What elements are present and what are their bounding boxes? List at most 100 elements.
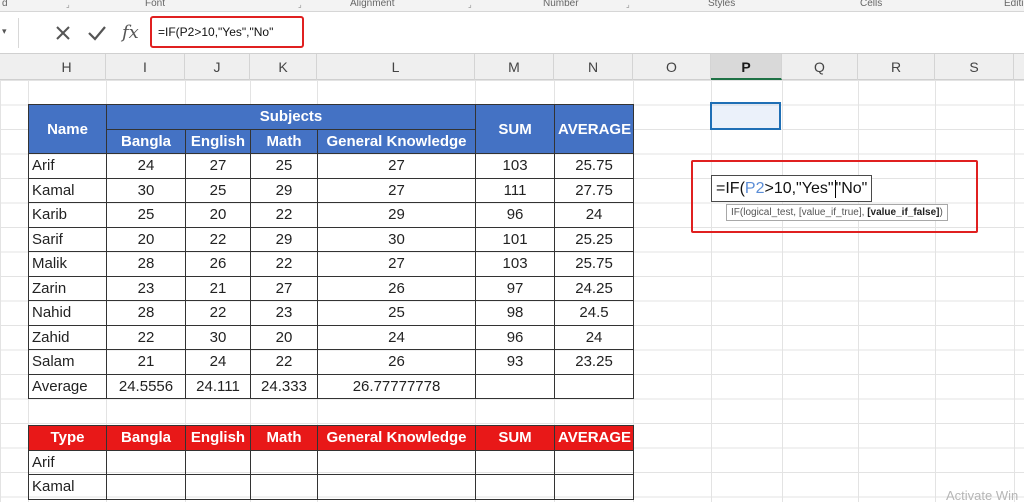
cell-empty[interactable] (106, 474, 186, 500)
header-general-knowledge[interactable]: General Knowledge (316, 128, 477, 154)
cell-english[interactable]: 24 (185, 349, 251, 375)
cell-math[interactable]: 23 (250, 300, 318, 326)
cell-name[interactable]: Nahid (28, 300, 107, 326)
cell-sum[interactable]: 103 (475, 251, 556, 277)
column-header-q[interactable]: Q (782, 54, 858, 80)
cell-gk[interactable]: 27 (316, 153, 477, 179)
editing-cell[interactable]: =IF(P2>10,"Yes" "No" (711, 175, 873, 202)
cell-empty[interactable] (475, 449, 555, 475)
cell-math[interactable]: 22 (250, 349, 318, 375)
tooltip-function[interactable]: IF( (731, 207, 743, 218)
cell-empty[interactable] (317, 474, 476, 500)
cell-empty[interactable] (475, 373, 556, 399)
cell-gk[interactable]: 27 (316, 251, 477, 277)
cell-sum[interactable]: 101 (475, 226, 556, 252)
header-math[interactable]: Math (250, 425, 318, 451)
header-sum[interactable]: SUM (475, 104, 556, 154)
header-name[interactable]: Name (28, 104, 107, 154)
header-subjects[interactable]: Subjects (105, 104, 477, 130)
cell-english[interactable]: 20 (185, 202, 251, 228)
header-average[interactable]: AVERAGE (554, 104, 635, 154)
header-english[interactable]: English (185, 128, 251, 154)
tooltip-arg-logical-test[interactable]: logical_test (743, 207, 793, 218)
cell-name[interactable]: Sarif (28, 226, 107, 252)
namebox-dropdown-icon[interactable]: ▾ (2, 26, 7, 37)
cell-gk[interactable]: 30 (316, 226, 477, 252)
selected-cell[interactable] (710, 102, 781, 130)
column-header-j[interactable]: J (185, 54, 250, 80)
cell-empty[interactable] (185, 474, 251, 500)
enter-button[interactable] (84, 20, 110, 46)
header-english[interactable]: English (185, 425, 251, 451)
cancel-button[interactable] (50, 20, 76, 46)
column-header-n[interactable]: N (554, 54, 633, 80)
cell-math[interactable]: 22 (250, 202, 318, 228)
launcher-icon[interactable]: ⌟ (66, 0, 70, 9)
cell-name[interactable]: Arif (28, 449, 107, 475)
cell-gk[interactable]: 26 (316, 349, 477, 375)
insert-function-button[interactable]: fx (122, 22, 139, 43)
cell-bangla[interactable]: 28 (106, 300, 186, 326)
cell-average[interactable]: 24 (554, 324, 635, 350)
column-header-k[interactable]: K (250, 54, 317, 80)
cell-sum[interactable]: 97 (475, 275, 556, 301)
cell-bangla-average[interactable]: 24.5556 (106, 373, 186, 399)
cell-english[interactable]: 22 (185, 300, 251, 326)
cell-name[interactable]: Zarin (28, 275, 107, 301)
cell-name[interactable]: Karib (28, 202, 107, 228)
cell-name[interactable]: Salam (28, 349, 107, 375)
cell-bangla[interactable]: 30 (106, 177, 186, 203)
cell-average-label[interactable]: Average (28, 373, 107, 399)
header-bangla[interactable]: Bangla (106, 128, 186, 154)
cell-english[interactable]: 21 (185, 275, 251, 301)
cell-english-average[interactable]: 24.111 (185, 373, 251, 399)
cell-math[interactable]: 29 (250, 226, 318, 252)
cell-math-average[interactable]: 24.333 (250, 373, 318, 399)
column-header-p[interactable]: P (711, 54, 782, 80)
cell-gk[interactable]: 26 (316, 275, 477, 301)
cell-empty[interactable] (106, 449, 186, 475)
cell-average[interactable]: 25.25 (554, 226, 635, 252)
cell-empty[interactable] (317, 449, 476, 475)
cell-bangla[interactable]: 20 (106, 226, 186, 252)
cell-english[interactable]: 27 (185, 153, 251, 179)
cell-name[interactable]: Malik (28, 251, 107, 277)
cell-name[interactable]: Zahid (28, 324, 107, 350)
header-bangla[interactable]: Bangla (106, 425, 186, 451)
cell-average[interactable]: 24.25 (554, 275, 635, 301)
cell-gk-average[interactable]: 26.77777778 (316, 373, 477, 399)
cell-empty[interactable] (250, 449, 318, 475)
cell-gk[interactable]: 24 (316, 324, 477, 350)
cell-average[interactable]: 24.5 (554, 300, 635, 326)
cell-empty[interactable] (554, 373, 635, 399)
cell-sum[interactable]: 93 (475, 349, 556, 375)
cell-math[interactable]: 22 (250, 251, 318, 277)
cell-math[interactable]: 25 (250, 153, 318, 179)
header-math[interactable]: Math (250, 128, 318, 154)
cell-math[interactable]: 27 (250, 275, 318, 301)
launcher-icon[interactable]: ⌟ (298, 0, 302, 9)
cell-bangla[interactable]: 24 (106, 153, 186, 179)
cell-name[interactable]: Arif (28, 153, 107, 179)
column-header-r[interactable]: R (858, 54, 935, 80)
cell-average[interactable]: 25.75 (554, 153, 635, 179)
column-header-m[interactable]: M (475, 54, 554, 80)
cell-bangla[interactable]: 25 (106, 202, 186, 228)
cell-gk[interactable]: 25 (316, 300, 477, 326)
header-type[interactable]: Type (28, 425, 107, 451)
cell-sum[interactable]: 96 (475, 324, 556, 350)
cell-english[interactable]: 30 (185, 324, 251, 350)
cell-english[interactable]: 22 (185, 226, 251, 252)
cell-bangla[interactable]: 21 (106, 349, 186, 375)
cell-name[interactable]: Kamal (28, 474, 107, 500)
cell-sum[interactable]: 111 (475, 177, 556, 203)
header-general-knowledge[interactable]: General Knowledge (317, 425, 476, 451)
cell-english[interactable]: 25 (185, 177, 251, 203)
column-header-h[interactable]: H (28, 54, 106, 80)
cell-bangla[interactable]: 23 (106, 275, 186, 301)
cell-empty[interactable] (475, 474, 555, 500)
cell-english[interactable]: 26 (185, 251, 251, 277)
column-header-o[interactable]: O (633, 54, 711, 80)
column-header-s[interactable]: S (935, 54, 1014, 80)
header-average[interactable]: AVERAGE (554, 425, 634, 451)
